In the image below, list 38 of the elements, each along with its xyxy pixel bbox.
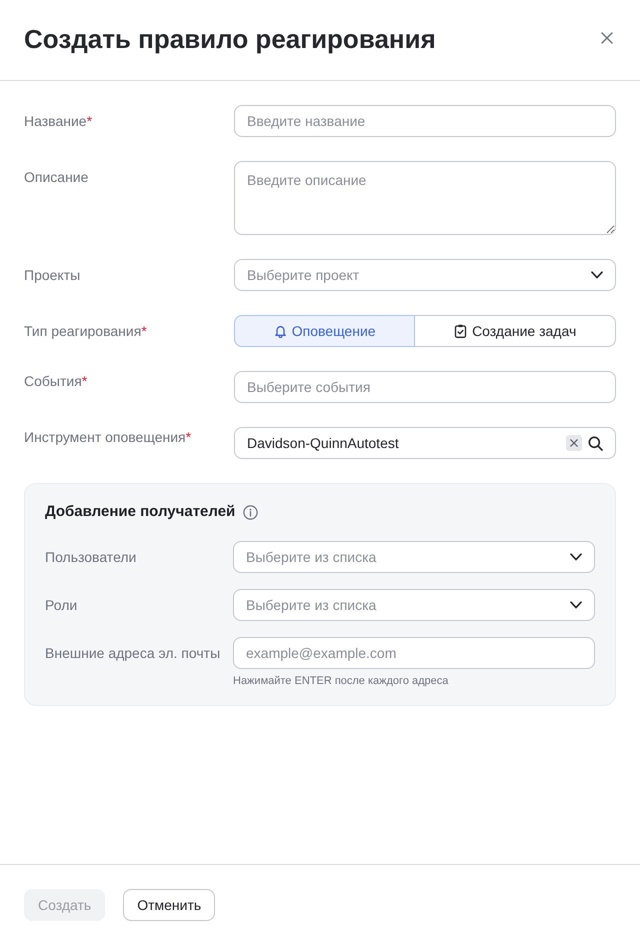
bell-icon [274, 324, 287, 338]
clear-button[interactable] [566, 435, 582, 451]
field-label: Пользователи [45, 549, 136, 565]
field-label: События [24, 373, 82, 389]
required-mark: * [186, 429, 192, 445]
field-label: Название [24, 113, 87, 129]
required-mark: * [141, 323, 147, 339]
field-label: Инструмент оповещения [24, 429, 186, 445]
clipboard-check-icon [454, 324, 468, 338]
close-icon [600, 31, 614, 45]
chevron-down-icon [570, 601, 582, 609]
close-button[interactable] [600, 31, 614, 45]
cancel-button[interactable]: Отменить [123, 889, 216, 921]
toggle-option[interactable]: Оповещение [234, 315, 416, 347]
search-icon [588, 436, 603, 450]
description-field[interactable]: Введите описание [234, 161, 616, 235]
info-icon [243, 504, 258, 520]
panel-title: Добавление получателей [45, 503, 236, 521]
chevron-down-icon [591, 271, 603, 279]
search-field[interactable]: Davidson-QuinnAutotest [234, 427, 616, 459]
text-field[interactable]: example@example.com [233, 637, 595, 669]
toggle-option[interactable]: Создание задач [414, 315, 616, 347]
close-icon [570, 439, 578, 447]
text-field[interactable]: Выберите события [234, 371, 616, 403]
dropdown-field[interactable]: Выберите проект [234, 259, 616, 291]
field-label: Роли [45, 597, 78, 613]
required-mark: * [86, 113, 92, 129]
dropdown-field[interactable]: Выберите из списка [233, 589, 595, 621]
required-mark: * [82, 373, 88, 389]
hint-text: Нажимайте ENTER после каждого адреса [233, 674, 450, 689]
field-label: Проекты [24, 267, 80, 283]
dropdown-field[interactable]: Выберите из списка [233, 541, 595, 573]
field-label: Описание [24, 169, 88, 185]
dialog-title: Создать правило реагирования [24, 24, 436, 56]
field-label: Внешние адреса эл. почты [45, 645, 220, 661]
field-label: Тип реагирования [24, 323, 142, 339]
text-field[interactable]: Введите название [234, 105, 616, 137]
chevron-down-icon [570, 553, 582, 561]
